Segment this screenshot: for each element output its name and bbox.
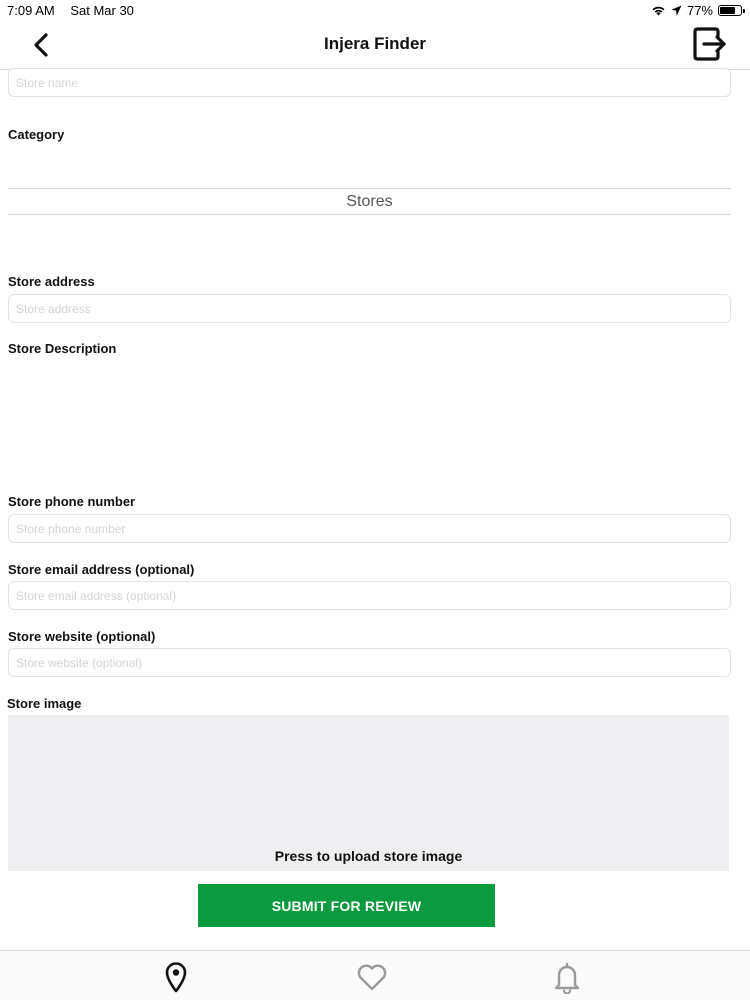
store-email-label: Store email address (optional) — [8, 562, 195, 577]
store-phone-label: Store phone number — [8, 494, 136, 509]
page-title: Injera Finder — [323, 34, 427, 53]
store-website-input[interactable] — [8, 648, 731, 677]
tab-bar — [0, 950, 750, 1000]
store-name-input[interactable] — [8, 68, 731, 97]
category-label: Category — [8, 127, 65, 142]
tab-map[interactable] — [159, 960, 193, 994]
status-time: 7:09 AM — [7, 3, 55, 18]
location-arrow-icon — [671, 5, 682, 16]
store-website-label: Store website (optional) — [8, 629, 156, 644]
tab-favorites[interactable] — [355, 960, 389, 994]
status-bar: 7:09 AM Sat Mar 30 77% — [0, 0, 750, 20]
store-email-input[interactable] — [8, 581, 731, 610]
logout-icon — [693, 27, 726, 61]
store-description-label: Store Description — [8, 341, 117, 356]
wifi-icon — [652, 6, 665, 16]
submit-for-review-button[interactable]: SUBMIT FOR REVIEW — [198, 884, 495, 927]
store-phone-input[interactable] — [8, 514, 731, 543]
battery-percent: 77% — [686, 3, 713, 18]
category-picker[interactable]: Stores — [8, 188, 731, 215]
store-description-input[interactable] — [8, 362, 731, 487]
store-image-label: Store image — [7, 696, 82, 711]
store-image-upload[interactable]: Press to upload store image — [8, 715, 729, 871]
upload-image-text: Press to upload store image — [274, 848, 463, 864]
nav-bar: Injera Finder — [0, 20, 750, 70]
add-store-screen: 7:09 AM Sat Mar 30 77% Injera Finder Sto… — [0, 0, 750, 1000]
status-date: Sat Mar 30 — [70, 3, 134, 18]
battery-icon — [718, 5, 745, 16]
store-address-label: Store address — [8, 274, 95, 289]
store-address-input[interactable] — [8, 294, 731, 323]
map-pin-icon — [165, 962, 187, 993]
heart-icon — [357, 964, 387, 991]
bell-icon — [554, 962, 580, 994]
logout-button[interactable] — [692, 26, 728, 62]
tab-notifications[interactable] — [550, 960, 584, 994]
category-selected: Stores — [346, 193, 393, 210]
